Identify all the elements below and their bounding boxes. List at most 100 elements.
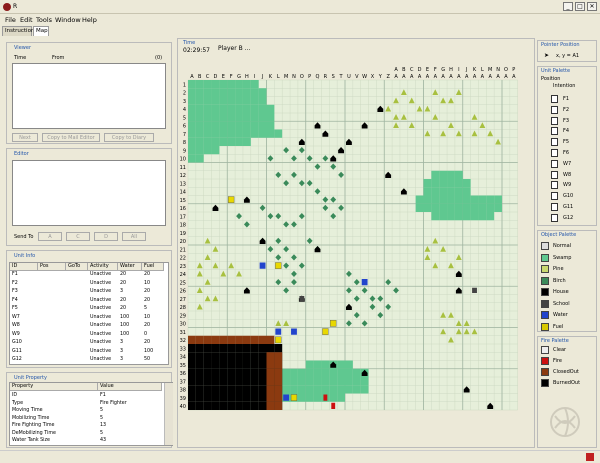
unit-palette-item[interactable]: F1 xyxy=(563,96,569,102)
map-col-label: E xyxy=(222,74,225,80)
swamp-cell xyxy=(211,96,220,105)
object-palette-item[interactable]: Birch xyxy=(553,278,566,284)
swamp-cell xyxy=(227,137,236,146)
swamp-cell xyxy=(345,360,353,369)
unit-palette-item[interactable]: F5 xyxy=(563,139,569,145)
unit-palette-item[interactable]: G10 xyxy=(563,193,573,199)
swamp-cell xyxy=(447,212,455,221)
object-palette-item[interactable]: Normal xyxy=(553,243,571,249)
object-palette-swatch[interactable] xyxy=(541,322,549,331)
map-col-label: S xyxy=(332,74,335,80)
swamp-cell xyxy=(211,121,220,130)
unit-palette-swatch[interactable] xyxy=(551,192,558,201)
unit-palette-item[interactable]: F3 xyxy=(563,118,569,124)
object-palette-swatch[interactable] xyxy=(541,299,549,308)
unit-palette-swatch[interactable] xyxy=(551,116,558,125)
object-palette-swatch[interactable] xyxy=(541,265,549,273)
closedout-cell xyxy=(188,335,196,344)
fire-palette-item[interactable]: Clear xyxy=(553,347,566,353)
map-grid[interactable]: ABCDEFGHIJKLMNOPQRSTUVWXYZAAAAAAAAAAAAAA… xyxy=(0,0,600,463)
fuel-icon xyxy=(330,320,337,327)
map-row-label: 17 xyxy=(180,214,186,220)
object-palette-swatch[interactable] xyxy=(541,276,549,285)
swamp-cell xyxy=(235,137,243,146)
object-palette-item[interactable]: Water xyxy=(553,312,568,318)
swamp-cell xyxy=(439,170,448,179)
object-palette-swatch[interactable] xyxy=(541,242,549,250)
burnedout-cell xyxy=(258,377,267,386)
swamp-cell xyxy=(360,385,369,394)
unit-palette-swatch[interactable] xyxy=(551,127,558,136)
closedout-cell xyxy=(258,335,267,344)
object-palette-swatch[interactable] xyxy=(541,311,549,319)
map-col-label: K xyxy=(269,74,273,80)
unit-palette-item[interactable]: W7 xyxy=(563,161,571,167)
unit-palette-swatch[interactable] xyxy=(551,138,558,147)
closedout-cell xyxy=(266,368,275,377)
swamp-cell xyxy=(305,393,314,402)
object-palette-swatch[interactable] xyxy=(541,288,549,296)
school-icon xyxy=(299,296,305,302)
fire-palette-swatch[interactable] xyxy=(541,368,549,376)
burnedout-cell xyxy=(203,385,212,394)
swamp-cell xyxy=(188,96,196,105)
map-col-label: O xyxy=(300,74,304,80)
closedout-cell xyxy=(274,360,283,369)
map-row-label: 2 xyxy=(183,91,186,97)
fire-palette-item[interactable]: Fire xyxy=(553,358,562,364)
swamp-cell xyxy=(242,88,251,97)
swamp-cell xyxy=(305,385,314,394)
unit-palette-item[interactable]: W9 xyxy=(563,182,571,188)
unit-palette-swatch[interactable] xyxy=(551,213,558,222)
burnedout-cell xyxy=(219,377,228,386)
fire-palette-swatch[interactable] xyxy=(541,357,549,365)
map-col-label: A xyxy=(489,74,493,80)
object-palette-item[interactable]: Fuel xyxy=(553,324,563,330)
object-palette-swatch[interactable] xyxy=(541,253,549,262)
map-row-label: 28 xyxy=(180,305,186,311)
burnedout-cell xyxy=(211,360,220,369)
swamp-cell xyxy=(203,88,212,97)
map-col-label: L xyxy=(277,74,280,80)
swamp-cell xyxy=(195,129,204,138)
map-col-label-top: L xyxy=(481,67,484,73)
unit-palette-swatch[interactable] xyxy=(551,149,558,157)
swamp-cell xyxy=(305,377,314,386)
unit-palette-swatch[interactable] xyxy=(551,181,558,190)
swamp-cell xyxy=(329,385,338,394)
unit-palette-item[interactable]: G12 xyxy=(563,215,573,221)
burnedout-cell xyxy=(250,360,259,369)
map-row-label: 21 xyxy=(180,247,186,253)
burnedout-cell xyxy=(258,393,267,402)
burnedout-cell xyxy=(203,360,212,369)
swamp-cell xyxy=(297,377,306,386)
unit-palette-swatch[interactable] xyxy=(551,203,558,211)
fire-palette-swatch[interactable] xyxy=(541,379,549,387)
object-palette-item[interactable]: School xyxy=(553,301,570,307)
unit-palette-swatch[interactable] xyxy=(551,105,558,114)
unit-palette-swatch[interactable] xyxy=(551,159,558,168)
object-palette-item[interactable]: Pine xyxy=(553,266,564,272)
unit-palette-item[interactable]: F4 xyxy=(563,128,569,134)
unit-palette-item[interactable]: G11 xyxy=(563,204,573,210)
fire-palette-item[interactable]: BurnedOut xyxy=(553,380,580,386)
fire-palette-swatch[interactable] xyxy=(541,346,549,354)
unit-palette-item[interactable]: F2 xyxy=(563,107,569,113)
map-row-label: 15 xyxy=(180,198,186,204)
unit-palette-item[interactable]: F6 xyxy=(563,150,569,156)
swamp-cell xyxy=(242,129,251,138)
unit-palette-item[interactable]: W8 xyxy=(563,172,571,178)
fire-palette-item[interactable]: ClosedOut xyxy=(553,369,579,375)
burnedout-cell xyxy=(203,368,212,377)
swamp-cell xyxy=(431,187,440,196)
closedout-cell xyxy=(274,385,283,394)
map-col-label: A xyxy=(449,74,453,80)
swamp-cell xyxy=(478,212,487,221)
unit-palette-swatch[interactable] xyxy=(551,95,558,103)
swamp-cell xyxy=(211,104,220,113)
object-palette-item[interactable]: Swamp xyxy=(553,255,571,261)
unit-palette-swatch[interactable] xyxy=(551,170,558,179)
swamp-cell xyxy=(431,203,440,212)
map-col-label: D xyxy=(214,74,218,80)
object-palette-item[interactable]: House xyxy=(553,289,569,295)
